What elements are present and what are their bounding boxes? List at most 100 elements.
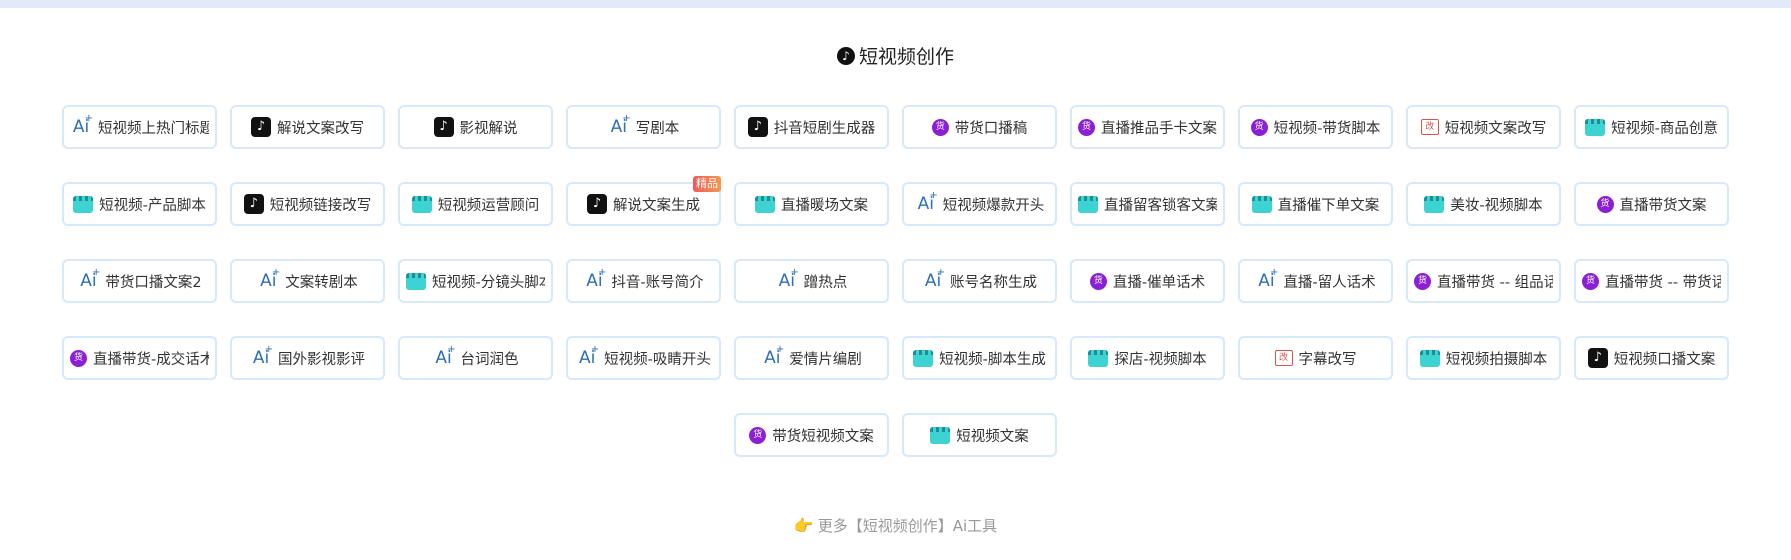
goods-badge-icon: 货 [1414,272,1431,290]
tiktok-icon: ♪ [836,46,855,65]
tool-card-label: 字幕改写 [1298,351,1357,368]
tool-card-label: 直播带货 -- 带货话术 [1605,274,1721,291]
tool-card[interactable]: Ai + 抖音-账号简介 [566,259,721,303]
goods-badge-icon: 货 [1596,195,1614,213]
tool-card[interactable]: ♪ 短视频链接改写 [230,182,385,226]
tool-card[interactable]: ♪ 解说文案生成 精品 [566,176,721,226]
goods-badge-icon: 货 [1089,272,1107,290]
tool-card[interactable]: 货直播带货-成交话术 [62,336,217,380]
tool-card[interactable]: 货带货口播稿 [902,105,1057,149]
tool-card[interactable]: 短视频运营顾问 [398,182,553,226]
pointing-hand-icon: 👉 [793,516,814,535]
ai-sparkle-icon: Ai + [578,344,600,368]
tool-card-label: 账号名称生成 [950,274,1037,291]
tool-card[interactable]: Ai + 短视频-吸睛开头 [566,336,721,380]
top-bar [0,0,1791,8]
tool-card[interactable]: 货直播带货文案 [1574,182,1729,226]
tool-card[interactable]: 短视频文案 [902,413,1057,457]
tool-card-label: 解说文案改写 [277,120,364,137]
tool-card[interactable]: Ai + 直播-留人话术 [1238,259,1393,303]
tool-card-label: 短视频爆款开头 [942,197,1045,214]
ai-sparkle-icon: Ai + [610,113,631,137]
tool-card-label: 直播暖场文案 [781,197,868,214]
tool-card[interactable]: 短视频-产品脚本 [62,182,217,226]
tool-card[interactable]: Ai + 爱情片编剧 [734,336,889,380]
tool-card[interactable]: 直播暖场文案 [734,182,889,226]
tool-card-label: 直播-留人话术 [1283,274,1376,291]
tool-card[interactable]: Ai + 账号名称生成 [902,259,1057,303]
tool-row: 货直播带货-成交话术 Ai + 国外影视影评 Ai + 台词润色 Ai + 短视频-吸睛开头 Ai +… [0,336,1791,380]
tool-card-label: 短视频-产品脚本 [99,197,206,214]
tiktok-icon: ♪ [587,194,607,214]
ai-sparkle-icon: Ai + [917,190,938,214]
tool-card[interactable]: 改字幕改写 [1238,336,1393,380]
tool-card-label: 抖音短剧生成器 [773,120,876,137]
tool-card[interactable]: 货直播推品手卡文案 [1070,105,1225,149]
tool-card-label: 直播带货-成交话术 [93,351,209,368]
tool-card[interactable]: 货直播带货 -- 组品话术 [1406,259,1561,303]
tool-card[interactable]: Ai + 蹭热点 [734,259,889,303]
tiktok-icon: ♪ [433,117,454,137]
tool-card[interactable]: 直播催下单文案 [1238,182,1393,226]
tool-card-label: 写剧本 [635,120,680,137]
tool-card-label: 蹭热点 [803,274,848,291]
premium-badge: 精品 [693,176,721,192]
tool-card[interactable]: Ai + 短视频爆款开头 [902,182,1057,226]
clapperboard-icon [406,272,426,290]
tool-card[interactable]: ♪ 影视解说 [398,105,553,149]
tool-card-label: 解说文案生成 [613,197,700,214]
tiktok-icon: ♪ [1587,348,1608,368]
tool-card[interactable]: 改短视频文案改写 [1406,105,1561,149]
tool-card[interactable]: Ai + 短视频上热门标题 [62,105,217,149]
tool-row: 短视频-产品脚本 ♪ 短视频链接改写 短视频运营顾问 ♪ 解说文案生成 精品 直播暖场文案 Ai… [0,176,1791,226]
tool-card[interactable]: Ai + 文案转剧本 [230,259,385,303]
clapperboard-icon [913,349,934,367]
clapperboard-icon [1088,349,1109,367]
tool-card-label: 带货口播稿 [954,120,1028,137]
tool-grid: Ai + 短视频上热门标题 ♪ 解说文案改写 ♪ 影视解说 Ai + 写剧本 ♪ 抖音短剧生成器货带货… [0,105,1791,457]
tool-card[interactable]: ♪ 短视频口播文案 [1574,336,1729,380]
tool-card-label: 短视频-商品创意 [1611,120,1718,137]
tool-card[interactable]: 货带货短视频文案 [734,413,889,457]
tool-row: Ai + 短视频上热门标题 ♪ 解说文案改写 ♪ 影视解说 Ai + 写剧本 ♪ 抖音短剧生成器货带货… [0,105,1791,149]
tool-card-label: 文案转剧本 [285,274,358,291]
tool-card-label: 直播留客锁客文案 [1104,197,1217,214]
tool-card[interactable]: 货短视频-带货脚本 [1238,105,1393,149]
tool-card[interactable]: 货直播带货 -- 带货话术 [1574,259,1729,303]
tool-row: 货带货短视频文案 短视频文案 [0,413,1791,457]
ai-sparkle-icon: Ai + [435,344,456,368]
tool-card[interactable]: Ai + 写剧本 [566,105,721,149]
section-title: 短视频创作 [858,46,954,68]
tool-card[interactable]: ♪ 抖音短剧生成器 [734,105,889,149]
tool-card[interactable]: Ai + 台词润色 [398,336,553,380]
tiktok-icon: ♪ [243,194,264,214]
tool-card[interactable]: 短视频-脚本生成 [902,336,1057,380]
goods-badge-icon: 货 [1078,118,1095,136]
tool-card-label: 短视频口播文案 [1613,351,1716,368]
tool-card-label: 台词润色 [460,351,519,368]
tool-card-label: 短视频文案 [956,428,1029,445]
tool-card[interactable]: 短视频-商品创意 [1574,105,1729,149]
tool-card-label: 短视频文案改写 [1444,120,1547,137]
ai-sparkle-icon: Ai + [252,344,273,368]
tiktok-icon: ♪ [747,117,768,137]
tool-card[interactable]: 短视频-分镜头脚本 [398,259,553,303]
tool-card[interactable]: 直播留客锁客文案 [1070,182,1225,226]
tool-card[interactable]: 美妆-视频脚本 [1406,182,1561,226]
tool-card[interactable]: 短视频拍摄脚本 [1406,336,1561,380]
ai-sparkle-icon: Ai + [80,267,101,291]
clapperboard-icon [755,195,775,213]
tool-card[interactable]: Ai + 带货口播文案2 [62,259,217,303]
tool-card-label: 直播催下单文案 [1277,197,1380,214]
tool-card-label: 短视频-分镜头脚本 [432,274,545,291]
section-header: ♪ 短视频创作 [0,42,1791,69]
tool-card[interactable]: 探店-视频脚本 [1070,336,1225,380]
tool-card[interactable]: Ai + 国外影视影评 [230,336,385,380]
tool-card-label: 直播-催单话术 [1112,274,1206,291]
edit-icon: 改 [1274,350,1293,366]
ai-sparkle-icon: Ai + [72,113,93,137]
more-tools-label: 更多【短视频创作】Ai工具 [817,517,998,535]
more-tools-link[interactable]: 👉 更多【短视频创作】Ai工具 [0,515,1791,536]
tool-card[interactable]: 货直播-催单话术 [1070,259,1225,303]
tool-card[interactable]: ♪ 解说文案改写 [230,105,385,149]
